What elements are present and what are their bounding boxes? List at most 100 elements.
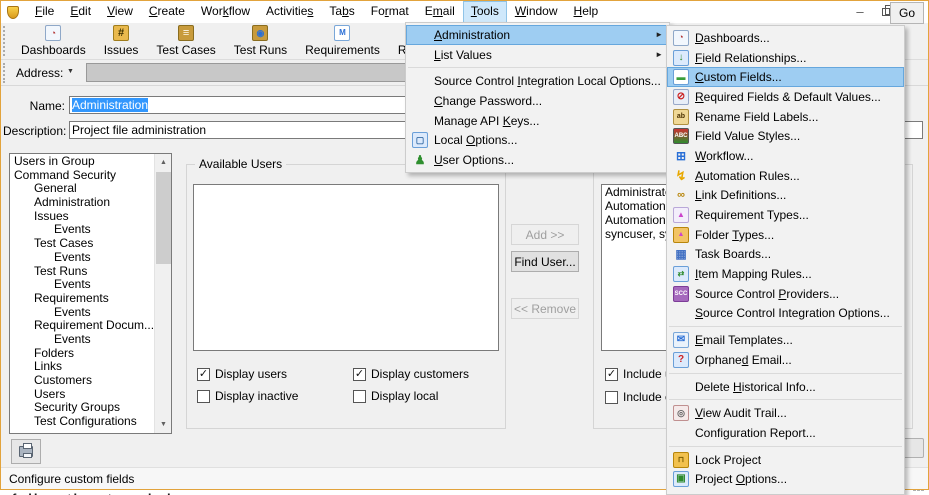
tree-item-command-security[interactable]: Command Security <box>10 169 154 183</box>
menu-format[interactable]: Format <box>363 1 417 23</box>
print-button[interactable] <box>11 439 41 464</box>
tree-item-test-runs[interactable]: Test Runs <box>10 265 154 279</box>
menu-item-delete-historical-info[interactable]: Delete Historical Info... <box>667 377 904 397</box>
menu-item-change-password[interactable]: Change Password... <box>406 91 669 111</box>
menu-workflow[interactable]: Workflow <box>193 1 258 23</box>
toolbar-test-cases[interactable]: ≡Test Cases <box>149 23 222 59</box>
address-dropdown-button[interactable]: ▼ <box>64 66 77 77</box>
menu-item-manage-api-keys[interactable]: Manage API Keys... <box>406 111 669 131</box>
menu-item-label: Requirement Types... <box>695 208 902 222</box>
menu-file[interactable]: File <box>27 1 62 23</box>
issues-hash-icon: # <box>113 25 129 41</box>
go-button[interactable]: Go <box>890 2 924 24</box>
email-icon: ✉ <box>673 332 689 348</box>
tree-item-folders[interactable]: Folders <box>10 347 154 361</box>
scroll-up-icon[interactable]: ▲ <box>155 154 172 171</box>
menu-item-field-value-styles[interactable]: ABCField Value Styles... <box>667 126 904 146</box>
tree-item-security-groups[interactable]: Security Groups <box>10 401 154 415</box>
menu-tabs[interactable]: Tabs <box>321 1 362 23</box>
menu-create[interactable]: Create <box>141 1 193 23</box>
tree-item-general[interactable]: General <box>10 182 154 196</box>
tree-item-users-in-group[interactable]: Users in Group <box>10 155 154 169</box>
gauge-icon: ◔ <box>45 25 61 41</box>
menu-item-label: Source Control Integration Options... <box>695 306 902 320</box>
checkbox-display-local[interactable]: Display local <box>353 389 438 403</box>
menu-item-link-definitions[interactable]: ∞Link Definitions... <box>667 186 904 206</box>
partially-hidden-button[interactable] <box>902 438 924 458</box>
submenu-arrow-icon: ► <box>655 30 663 39</box>
tree-item-test-cases[interactable]: Test Cases <box>10 237 154 251</box>
address-bar-grip[interactable] <box>3 63 6 83</box>
checkbox-box-icon[interactable]: ✓ <box>605 368 618 381</box>
tree-item-events[interactable]: Events <box>10 333 154 347</box>
available-users-list[interactable] <box>193 184 499 351</box>
menu-item-source-control-providers[interactable]: SCCSource Control Providers... <box>667 284 904 304</box>
menu-item-label: View Audit Trail... <box>695 406 902 420</box>
minimize-button[interactable]: – <box>849 3 871 20</box>
menu-item-task-boards[interactable]: ▦Task Boards... <box>667 245 904 265</box>
checkbox-box-icon[interactable] <box>353 390 366 403</box>
menu-item-required-fields-default-values[interactable]: ⊘Required Fields & Default Values... <box>667 87 904 107</box>
tree-item-issues[interactable]: Issues <box>10 210 154 224</box>
menu-item-lock-project[interactable]: ⊓Lock Project <box>667 450 904 470</box>
menu-item-project-options[interactable]: ▣Project Options... <box>667 469 904 489</box>
menu-item-rename-field-labels[interactable]: abRename Field Labels... <box>667 107 904 127</box>
menu-edit[interactable]: Edit <box>62 1 99 23</box>
checkbox-display-users[interactable]: ✓ Display users <box>197 367 287 381</box>
menu-item-local-options[interactable]: ▢Local Options... <box>406 130 669 150</box>
toolbar-label: Dashboards <box>21 43 86 57</box>
menu-view[interactable]: View <box>99 1 141 23</box>
menu-item-view-audit-trail[interactable]: ◎View Audit Trail... <box>667 403 904 423</box>
menu-tools[interactable]: Tools <box>463 1 507 23</box>
scroll-thumb[interactable] <box>156 172 171 264</box>
tree-item-customers[interactable]: Customers <box>10 374 154 388</box>
menu-item-label: Source Control Integration Local Options… <box>434 74 667 88</box>
menu-activities[interactable]: Activities <box>258 1 321 23</box>
checkbox-box-icon[interactable]: ✓ <box>197 368 210 381</box>
menu-item-email-templates[interactable]: ✉Email Templates... <box>667 330 904 350</box>
tree-item-test-configurations[interactable]: Test Configurations <box>10 415 154 429</box>
menu-item-configuration-report[interactable]: Configuration Report... <box>667 423 904 443</box>
toolbar-requirements[interactable]: MRequirements <box>298 23 387 59</box>
tree-scrollbar[interactable]: ▲ ▼ <box>154 154 171 433</box>
menu-item-folder-types[interactable]: ▲Folder Types... <box>667 225 904 245</box>
menu-item-automation-rules[interactable]: ↯Automation Rules... <box>667 166 904 186</box>
tree-item-events[interactable]: Events <box>10 278 154 292</box>
tree-item-users[interactable]: Users <box>10 388 154 402</box>
toolbar-test-runs[interactable]: ◉Test Runs <box>227 23 294 59</box>
menu-item-orphaned-email[interactable]: ?Orphaned Email... <box>667 350 904 370</box>
scroll-down-icon[interactable]: ▼ <box>155 416 172 433</box>
find-user-button[interactable]: Find User... <box>511 251 579 272</box>
checkbox-box-icon[interactable]: ✓ <box>353 368 366 381</box>
menu-item-source-control-integration-local-options[interactable]: Source Control Integration Local Options… <box>406 71 669 91</box>
menu-item-custom-fields[interactable]: ▬Custom Fields... <box>667 67 904 87</box>
toolbar-dashboards[interactable]: ◔ Dashboards <box>14 23 93 59</box>
menu-item-item-mapping-rules[interactable]: ⇄Item Mapping Rules... <box>667 264 904 284</box>
tree-item-events[interactable]: Events <box>10 306 154 320</box>
checkbox-label: Display users <box>215 367 287 381</box>
menu-item-requirement-types[interactable]: ▲Requirement Types... <box>667 205 904 225</box>
checkbox-box-icon[interactable] <box>605 391 618 404</box>
menu-item-list-values[interactable]: List Values► <box>406 45 669 65</box>
tree-item-events[interactable]: Events <box>10 223 154 237</box>
printer-icon <box>19 446 33 457</box>
toolbar-issues[interactable]: #Issues <box>97 23 146 59</box>
menu-item-field-relationships[interactable]: ↓Field Relationships... <box>667 48 904 68</box>
menu-item-dashboards[interactable]: ◔Dashboards... <box>667 28 904 48</box>
menu-email[interactable]: Email <box>417 1 463 23</box>
tree-item-links[interactable]: Links <box>10 360 154 374</box>
menu-item-workflow[interactable]: ⊞Workflow... <box>667 146 904 166</box>
checkbox-box-icon[interactable] <box>197 390 210 403</box>
menu-help[interactable]: Help <box>566 1 607 23</box>
remove-button: << Remove <box>511 298 579 319</box>
menu-item-user-options[interactable]: ♟User Options... <box>406 150 669 170</box>
tree-item-events[interactable]: Events <box>10 251 154 265</box>
menu-item-source-control-integration-options[interactable]: Source Control Integration Options... <box>667 304 904 324</box>
tree-item-requirements[interactable]: Requirements <box>10 292 154 306</box>
menu-item-administration[interactable]: Administration► <box>406 25 669 45</box>
tree-item-administration[interactable]: Administration <box>10 196 154 210</box>
tree-item-requirement-docum[interactable]: Requirement Docum... <box>10 319 154 333</box>
checkbox-display-customers[interactable]: ✓Display customers <box>353 367 469 381</box>
menu-window[interactable]: Window <box>507 1 566 23</box>
checkbox-display-inactive[interactable]: Display inactive <box>197 389 298 403</box>
